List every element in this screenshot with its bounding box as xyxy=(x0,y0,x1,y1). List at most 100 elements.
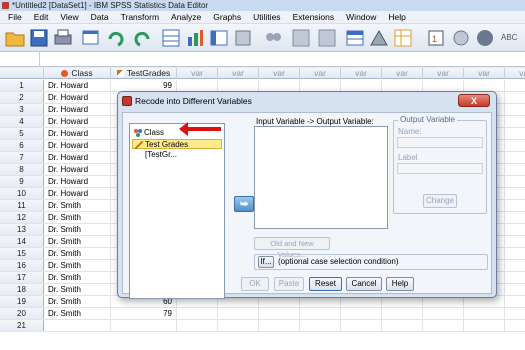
ok-button[interactable]: OK xyxy=(241,277,269,291)
cell-empty[interactable] xyxy=(505,224,525,235)
column-header-var[interactable]: var xyxy=(464,68,505,79)
cell-empty[interactable] xyxy=(300,308,341,319)
cell-class[interactable]: Dr. Smith xyxy=(44,296,111,307)
cell-testgrades[interactable]: 79 xyxy=(111,308,177,319)
cell-empty[interactable] xyxy=(505,260,525,271)
row-number[interactable]: 4 xyxy=(0,116,44,127)
menu-graphs[interactable]: Graphs xyxy=(207,11,247,24)
weight-cases-icon[interactable] xyxy=(368,27,390,49)
cell-class[interactable]: Dr. Howard xyxy=(44,80,111,91)
split-file-icon[interactable] xyxy=(344,27,366,49)
column-header-var[interactable]: var xyxy=(382,68,423,79)
cell-empty[interactable] xyxy=(382,80,423,91)
cell-empty[interactable] xyxy=(505,92,525,103)
cell-empty[interactable] xyxy=(505,128,525,139)
close-button[interactable]: X xyxy=(458,94,490,107)
cell-empty[interactable] xyxy=(259,320,300,331)
column-header-var[interactable]: var xyxy=(300,68,341,79)
menu-transform[interactable]: Transform xyxy=(115,11,165,24)
grid-corner[interactable] xyxy=(0,68,44,79)
cell-empty[interactable] xyxy=(300,80,341,91)
name-field[interactable] xyxy=(397,137,483,148)
cell-empty[interactable] xyxy=(505,272,525,283)
label-field[interactable] xyxy=(397,163,483,174)
row-number[interactable]: 16 xyxy=(0,260,44,271)
column-header-var[interactable]: var xyxy=(423,68,464,79)
variables-icon[interactable] xyxy=(208,27,230,49)
insert-cases-icon[interactable] xyxy=(290,27,312,49)
cell-class[interactable] xyxy=(44,320,111,331)
row-number[interactable]: 21 xyxy=(0,320,44,331)
cell-empty[interactable] xyxy=(505,212,525,223)
redo-icon[interactable] xyxy=(130,27,152,49)
cell-class[interactable]: Dr. Smith xyxy=(44,212,111,223)
cell-class[interactable]: Dr. Smith xyxy=(44,224,111,235)
cell-empty[interactable] xyxy=(505,104,525,115)
select-cases-icon[interactable] xyxy=(392,27,414,49)
help-button[interactable]: Help xyxy=(386,277,414,291)
source-variable-list[interactable]: Class Test Grades [TestGr... xyxy=(129,123,225,299)
cell-empty[interactable] xyxy=(505,116,525,127)
cell-empty[interactable] xyxy=(505,284,525,295)
row-number[interactable]: 3 xyxy=(0,104,44,115)
cell-class[interactable]: Dr. Smith xyxy=(44,260,111,271)
cell-empty[interactable] xyxy=(505,188,525,199)
column-header-var[interactable]: var xyxy=(505,68,525,79)
cell-class[interactable]: Dr. Howard xyxy=(44,116,111,127)
undo-icon[interactable] xyxy=(106,27,128,49)
insert-variable-icon[interactable] xyxy=(316,27,338,49)
cell-class[interactable]: Dr. Howard xyxy=(44,164,111,175)
if-button[interactable]: If... xyxy=(258,256,274,268)
cell-empty[interactable] xyxy=(505,296,525,307)
paste-button[interactable]: Paste xyxy=(274,277,304,291)
open-folder-icon[interactable] xyxy=(4,27,26,49)
menu-view[interactable]: View xyxy=(54,11,84,24)
cell-empty[interactable] xyxy=(423,320,464,331)
cell-empty[interactable] xyxy=(505,164,525,175)
cell-empty[interactable] xyxy=(341,80,382,91)
cell-empty[interactable] xyxy=(382,308,423,319)
row-number[interactable]: 14 xyxy=(0,236,44,247)
cell-empty[interactable] xyxy=(382,320,423,331)
dialog-title-bar[interactable]: Recode into Different Variables xyxy=(118,92,496,110)
column-header-var[interactable]: var xyxy=(259,68,300,79)
menu-analyze[interactable]: Analyze xyxy=(165,11,207,24)
cell-class[interactable]: Dr. Howard xyxy=(44,128,111,139)
save-icon[interactable] xyxy=(28,27,50,49)
source-item-test-grades[interactable]: Test Grades [TestGr... xyxy=(132,139,222,159)
row-number[interactable]: 20 xyxy=(0,308,44,319)
cell-class[interactable]: Dr. Howard xyxy=(44,92,111,103)
cell-class[interactable]: Dr. Howard xyxy=(44,140,111,151)
cell-empty[interactable] xyxy=(259,308,300,319)
dialog-recall-icon[interactable] xyxy=(80,27,102,49)
row-number[interactable]: 19 xyxy=(0,296,44,307)
cell-empty[interactable] xyxy=(505,236,525,247)
column-header-var[interactable]: var xyxy=(177,68,218,79)
cell-class[interactable]: Dr. Howard xyxy=(44,176,111,187)
cell-empty[interactable] xyxy=(259,80,300,91)
cell-class[interactable]: Dr. Howard xyxy=(44,104,111,115)
cell-empty[interactable] xyxy=(300,320,341,331)
cell-empty[interactable] xyxy=(218,320,259,331)
cell-empty[interactable] xyxy=(177,80,218,91)
cell-empty[interactable] xyxy=(505,140,525,151)
cell-class[interactable]: Dr. Smith xyxy=(44,200,111,211)
cell-empty[interactable] xyxy=(423,80,464,91)
menu-file[interactable]: File xyxy=(2,11,28,24)
cell-empty[interactable] xyxy=(505,80,525,91)
cancel-button[interactable]: Cancel xyxy=(346,277,382,291)
show-all-variables-icon[interactable] xyxy=(474,27,496,49)
cell-empty[interactable] xyxy=(505,248,525,259)
cell-class[interactable]: Dr. Howard xyxy=(44,188,111,199)
cell-class[interactable]: Dr. Smith xyxy=(44,308,111,319)
cell-empty[interactable] xyxy=(423,308,464,319)
cell-class[interactable]: Dr. Smith xyxy=(44,236,111,247)
cell-testgrades[interactable]: 99 xyxy=(111,80,177,91)
row-number[interactable]: 2 xyxy=(0,92,44,103)
print-icon[interactable] xyxy=(52,27,74,49)
use-variable-sets-icon[interactable] xyxy=(450,27,472,49)
cell-empty[interactable] xyxy=(505,200,525,211)
column-header-class[interactable]: Class xyxy=(44,68,111,79)
column-header-var[interactable]: var xyxy=(341,68,382,79)
cell-class[interactable]: Dr. Smith xyxy=(44,248,111,259)
